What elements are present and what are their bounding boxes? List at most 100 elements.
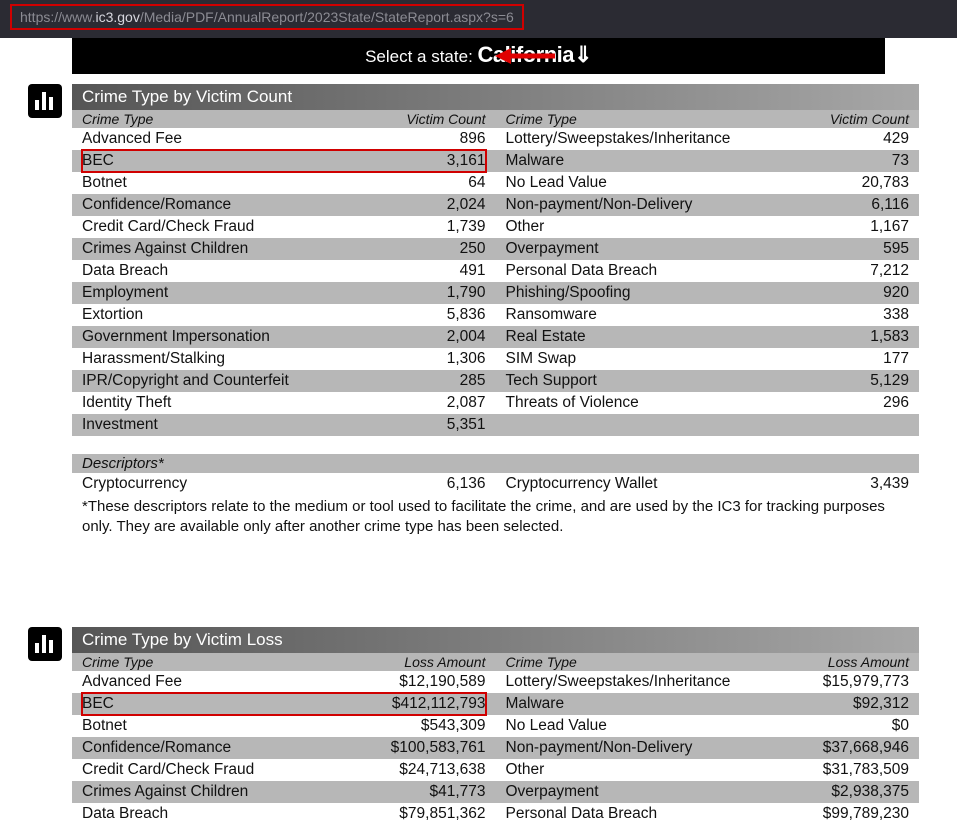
crime-type-cell: No Lead Value	[506, 172, 800, 194]
table-row: Crimes Against Children$41,773Overpaymen…	[72, 781, 919, 803]
crime-type-cell: Investment	[82, 414, 376, 436]
table-row: IPR/Copyright and Counterfeit285Tech Sup…	[72, 370, 919, 392]
crime-type-cell: Personal Data Breach	[506, 260, 800, 282]
col-header-val-right: Victim Count	[799, 111, 909, 127]
chart-icon	[28, 84, 62, 118]
value-cell: 7,212	[799, 260, 909, 282]
crime-type-cell: Identity Theft	[82, 392, 376, 414]
col-header-type-left: Crime Type	[82, 111, 376, 127]
state-selector-bar: Select a state: California⇓	[72, 38, 885, 74]
value-cell: $31,783,509	[799, 759, 909, 781]
crime-type-cell: Government Impersonation	[82, 326, 376, 348]
crime-type-cell: Credit Card/Check Fraud	[82, 759, 376, 781]
crime-type-cell: Extortion	[82, 304, 376, 326]
value-cell: 5,351	[376, 414, 486, 436]
table-row: Investment5,351	[72, 414, 919, 436]
url-path: /Media/PDF/AnnualReport/2023State/StateR…	[140, 9, 514, 25]
column-headers: Crime Type Victim Count Crime Type Victi…	[72, 110, 919, 128]
crime-type-cell: Botnet	[82, 715, 376, 737]
value-cell: 1,790	[376, 282, 486, 304]
crime-type-cell: Other	[506, 759, 800, 781]
crime-type-cell: Personal Data Breach	[506, 803, 800, 825]
value-cell: 6,116	[799, 194, 909, 216]
value-cell: $99,789,230	[799, 803, 909, 825]
value-cell: 2,087	[376, 392, 486, 414]
value-cell: $543,309	[376, 715, 486, 737]
value-cell: 5,836	[376, 304, 486, 326]
table-row: Credit Card/Check Fraud1,739Other1,167	[72, 216, 919, 238]
crime-type-cell: Threats of Violence	[506, 392, 800, 414]
col-header-val-right: Loss Amount	[799, 654, 909, 670]
col-header-type-right: Crime Type	[506, 111, 800, 127]
col-header-val-left: Victim Count	[376, 111, 486, 127]
crime-type-cell: Employment	[82, 282, 376, 304]
url-prefix: https://www.	[20, 9, 95, 25]
section-victim-loss: Crime Type by Victim Loss Crime Type Los…	[72, 627, 919, 825]
victim-loss-body: Advanced Fee$12,190,589 Lottery/Sweepstak…	[72, 671, 919, 825]
table-row: Employment1,790Phishing/Spoofing920	[72, 282, 919, 304]
crime-type-cell: Ransomware	[506, 304, 800, 326]
value-cell: 5,129	[799, 370, 909, 392]
descriptors-body: Cryptocurrency6,136Cryptocurrency Wallet…	[72, 473, 919, 495]
crime-type-cell: Crimes Against Children	[82, 781, 376, 803]
value-cell: $41,773	[376, 781, 486, 803]
value-cell: $12,190,589	[376, 671, 486, 693]
highlight-annotation: BEC$412,112,793	[82, 693, 486, 715]
crime-type-cell	[506, 414, 800, 436]
value-cell: $0	[799, 715, 909, 737]
crime-type-cell: Botnet	[82, 172, 376, 194]
value-cell: 1,739	[376, 216, 486, 238]
crime-type-cell: Confidence/Romance	[82, 737, 376, 759]
crime-type-cell: Data Breach	[82, 260, 376, 282]
col-header-type-right: Crime Type	[506, 654, 800, 670]
crime-type-cell: SIM Swap	[506, 348, 800, 370]
value-cell: 177	[799, 348, 909, 370]
table-row: Botnet64No Lead Value20,783	[72, 172, 919, 194]
value-cell: 1,306	[376, 348, 486, 370]
crime-type-cell: Non-payment/Non-Delivery	[506, 737, 800, 759]
value-cell: $37,668,946	[799, 737, 909, 759]
table-row: Credit Card/Check Fraud$24,713,638 Other$…	[72, 759, 919, 781]
descriptors-footnote: *These descriptors relate to the medium …	[72, 495, 919, 537]
value-cell: $2,938,375	[799, 781, 909, 803]
crime-type-cell: Lottery/Sweepstakes/Inheritance	[506, 128, 800, 150]
table-row: BEC$412,112,793 Malware$92,312	[72, 693, 919, 715]
chevron-down-icon: ⇓	[574, 42, 592, 67]
crime-type-cell: Lottery/Sweepstakes/Inheritance	[506, 671, 800, 693]
crime-type-cell: Advanced Fee	[82, 671, 376, 693]
crime-type-cell: BEC	[82, 693, 376, 715]
value-cell: $100,583,761	[376, 737, 486, 759]
annotation-arrow-icon	[495, 46, 555, 66]
crime-type-cell: Cryptocurrency	[82, 473, 376, 495]
crime-type-cell: Malware	[506, 693, 800, 715]
value-cell: 6,136	[376, 473, 486, 495]
crime-type-cell: Data Breach	[82, 803, 376, 825]
table-row: BEC3,161Malware73	[72, 150, 919, 172]
value-cell: 1,583	[799, 326, 909, 348]
crime-type-cell: Confidence/Romance	[82, 194, 376, 216]
value-cell: 20,783	[799, 172, 909, 194]
highlight-annotation: BEC3,161	[82, 150, 486, 172]
col-header-type-left: Crime Type	[82, 654, 376, 670]
crime-type-cell: BEC	[82, 150, 376, 172]
crime-type-cell: Tech Support	[506, 370, 800, 392]
value-cell: 3,439	[799, 473, 909, 495]
value-cell: 491	[376, 260, 486, 282]
table-row: Confidence/Romance$100,583,761 Non-paymen…	[72, 737, 919, 759]
value-cell: $92,312	[799, 693, 909, 715]
crime-type-cell: Other	[506, 216, 800, 238]
url-text: https://www.ic3.gov/Media/PDF/AnnualRepo…	[10, 4, 524, 30]
table-row: Advanced Fee$12,190,589 Lottery/Sweepstak…	[72, 671, 919, 693]
value-cell: $24,713,638	[376, 759, 486, 781]
state-selector-label: Select a state:	[365, 47, 477, 66]
table-row: Cryptocurrency6,136Cryptocurrency Wallet…	[72, 473, 919, 495]
table-row: Government Impersonation2,004Real Estate…	[72, 326, 919, 348]
table-row: Botnet$543,309No Lead Value$0	[72, 715, 919, 737]
crime-type-cell: Real Estate	[506, 326, 800, 348]
value-cell: 3,161	[376, 150, 486, 172]
table-row: Identity Theft2,087Threats of Violence29…	[72, 392, 919, 414]
crime-type-cell: Non-payment/Non-Delivery	[506, 194, 800, 216]
section-title: Crime Type by Victim Loss	[72, 627, 919, 653]
column-headers: Crime Type Loss Amount Crime Type Loss A…	[72, 653, 919, 671]
value-cell: 250	[376, 238, 486, 260]
